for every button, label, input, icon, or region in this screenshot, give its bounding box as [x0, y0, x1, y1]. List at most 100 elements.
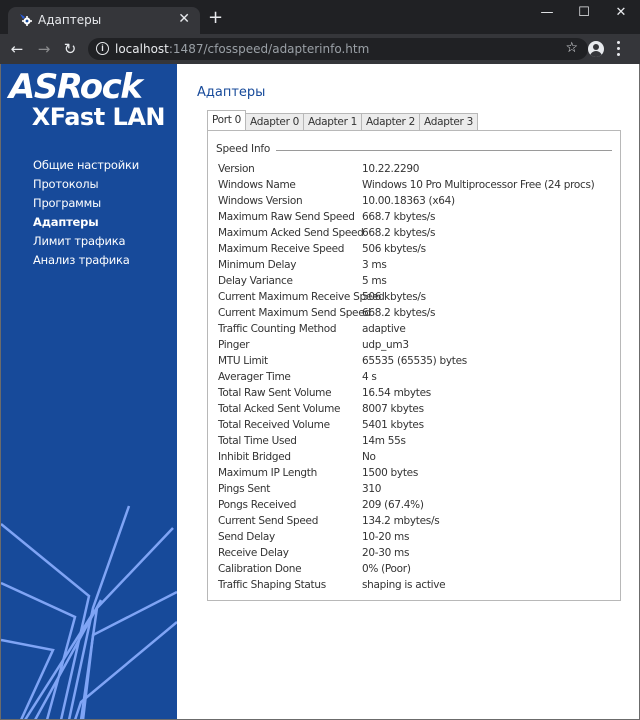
speed-info-panel: Speed Info Version 10.22.2290 Windows Name… [207, 130, 621, 601]
decorative-lines-graphic [1, 505, 177, 719]
sidebar-item-adapters[interactable]: Адаптеры [33, 213, 139, 232]
info-key: Pings Sent [218, 483, 271, 495]
info-value: 3 ms [362, 259, 387, 271]
info-value: 4 s [362, 371, 377, 383]
info-value: 310 [362, 483, 382, 495]
info-value: 65535 (65535) bytes [362, 355, 467, 367]
sidebar-item-traffic-analysis[interactable]: Анализ трафика [33, 251, 139, 270]
info-value: No [362, 451, 376, 463]
info-value: 668.7 kbytes/s [362, 211, 436, 223]
info-key: Total Time Used [218, 435, 297, 447]
info-value: 10.00.18363 (x64) [362, 195, 455, 207]
info-icon[interactable]: i [96, 42, 109, 55]
sidebar-item-traffic-limit[interactable]: Лимит трафика [33, 232, 139, 251]
info-row: Maximum Raw Send Speed 668.7 kbytes/s [218, 209, 614, 225]
info-value: 5401 kbytes [362, 419, 424, 431]
info-key: Traffic Counting Method [218, 323, 337, 335]
minimize-button[interactable]: — [532, 4, 562, 22]
info-value: 10.22.2290 [362, 163, 420, 175]
info-key: Delay Variance [218, 275, 293, 287]
info-row: Pinger udp_um3 [218, 337, 614, 353]
info-key: Receive Delay [218, 547, 289, 559]
back-button[interactable]: ← [7, 40, 27, 58]
info-key: Minimum Delay [218, 259, 297, 271]
info-key: Current Maximum Receive Speed [218, 291, 385, 303]
logo: ASRock XFast LAN [9, 68, 169, 130]
info-key: Current Send Speed [218, 515, 319, 527]
info-value: 14m 55s [362, 435, 406, 447]
info-row: Traffic Shaping Status shaping is active [218, 577, 614, 593]
info-key: Total Received Volume [218, 419, 330, 431]
sidebar-item-programs[interactable]: Программы [33, 194, 139, 213]
info-key: Maximum Receive Speed [218, 243, 345, 255]
star-icon[interactable]: ☆ [565, 40, 578, 56]
info-row: Pings Sent 310 [218, 481, 614, 497]
info-row: Current Maximum Receive Speed 506 kbytes/… [218, 289, 614, 305]
speed-info-table: Version 10.22.2290 Windows Name Windows 10 … [218, 161, 614, 593]
gear-icon [20, 14, 32, 26]
info-value: 20-30 ms [362, 547, 410, 559]
info-key: Maximum IP Length [218, 467, 317, 479]
info-value: adaptive [362, 323, 406, 335]
info-value: 5 ms [362, 275, 387, 287]
page-title: Адаптеры [197, 85, 266, 100]
info-key: Inhibit Bridged [218, 451, 291, 463]
close-tab-icon[interactable]: ✕ [178, 11, 190, 27]
info-row: Total Acked Sent Volume 8007 kbytes [218, 401, 614, 417]
info-row: Maximum Receive Speed 506 kbytes/s [218, 241, 614, 257]
info-value: 16.54 mbytes [362, 387, 431, 399]
url-text[interactable]: localhost:1487/cfosspeed/adapterinfo.htm [115, 42, 369, 56]
info-row: Receive Delay 20-30 ms [218, 545, 614, 561]
info-row: MTU Limit 65535 (65535) bytes [218, 353, 614, 369]
sidebar-item-general-settings[interactable]: Общие настройки [33, 156, 139, 175]
page-content: ASRock XFast LAN Общие настройки Протоко… [0, 64, 640, 720]
forward-button[interactable]: → [34, 40, 54, 58]
browser-titlebar: Адаптеры ✕ + — ☐ ✕ [0, 0, 640, 34]
info-key: Traffic Shaping Status [218, 579, 326, 591]
info-key: Pinger [218, 339, 250, 351]
info-row: Current Maximum Send Speed 668.2 kbytes/s [218, 305, 614, 321]
info-value: udp_um3 [362, 339, 409, 351]
adapter-tabs: Port 0 Adapter 0 Adapter 1 Adapter 2 Ada… [207, 110, 478, 132]
info-value: 10-20 ms [362, 531, 410, 543]
kebab-menu-icon[interactable] [617, 41, 621, 57]
section-title: Speed Info [216, 143, 277, 155]
info-row: Maximum Acked Send Speed 668.2 kbytes/s [218, 225, 614, 241]
maximize-button[interactable]: ☐ [569, 4, 599, 22]
info-key: Windows Name [218, 179, 296, 191]
info-row: Minimum Delay 3 ms [218, 257, 614, 273]
browser-tab[interactable]: Адаптеры ✕ [8, 7, 200, 34]
info-key: Calibration Done [218, 563, 302, 575]
info-row: Windows Name Windows 10 Pro Multiprocesso… [218, 177, 614, 193]
info-row: Inhibit Bridged No [218, 449, 614, 465]
info-value: shaping is active [362, 579, 446, 591]
info-value: 209 (67.4%) [362, 499, 424, 511]
info-row: Total Received Volume 5401 kbytes [218, 417, 614, 433]
info-value: Windows 10 Pro Multiprocessor Free (24 p… [362, 179, 595, 191]
new-tab-button[interactable]: + [208, 9, 223, 27]
logo-brand: ASRock [9, 67, 143, 107]
info-value: 1500 bytes [362, 467, 418, 479]
sidebar-item-protocols[interactable]: Протоколы [33, 175, 139, 194]
info-row: Calibration Done 0% (Poor) [218, 561, 614, 577]
info-row: Averager Time 4 s [218, 369, 614, 385]
info-key: Averager Time [218, 371, 291, 383]
info-row: Traffic Counting Method adaptive [218, 321, 614, 337]
reload-button[interactable]: ↻ [60, 40, 80, 58]
info-key: Send Delay [218, 531, 275, 543]
address-bar[interactable]: i localhost:1487/cfosspeed/adapterinfo.h… [88, 38, 588, 60]
info-row: Send Delay 10-20 ms [218, 529, 614, 545]
info-row: Delay Variance 5 ms [218, 273, 614, 289]
info-key: MTU Limit [218, 355, 268, 367]
info-key: Windows Version [218, 195, 303, 207]
profile-icon[interactable] [588, 41, 604, 57]
window-close-button[interactable]: ✕ [606, 4, 636, 22]
info-row: Pongs Received 209 (67.4%) [218, 497, 614, 513]
tab-port-0[interactable]: Port 0 [207, 110, 247, 131]
info-key: Pongs Received [218, 499, 297, 511]
info-key: Version [218, 163, 255, 175]
info-key: Maximum Raw Send Speed [218, 211, 355, 223]
logo-product: XFast LAN [31, 103, 166, 131]
sidebar-nav: Общие настройки Протоколы Программы Адап… [33, 156, 139, 270]
info-key: Current Maximum Send Speed [218, 307, 371, 319]
